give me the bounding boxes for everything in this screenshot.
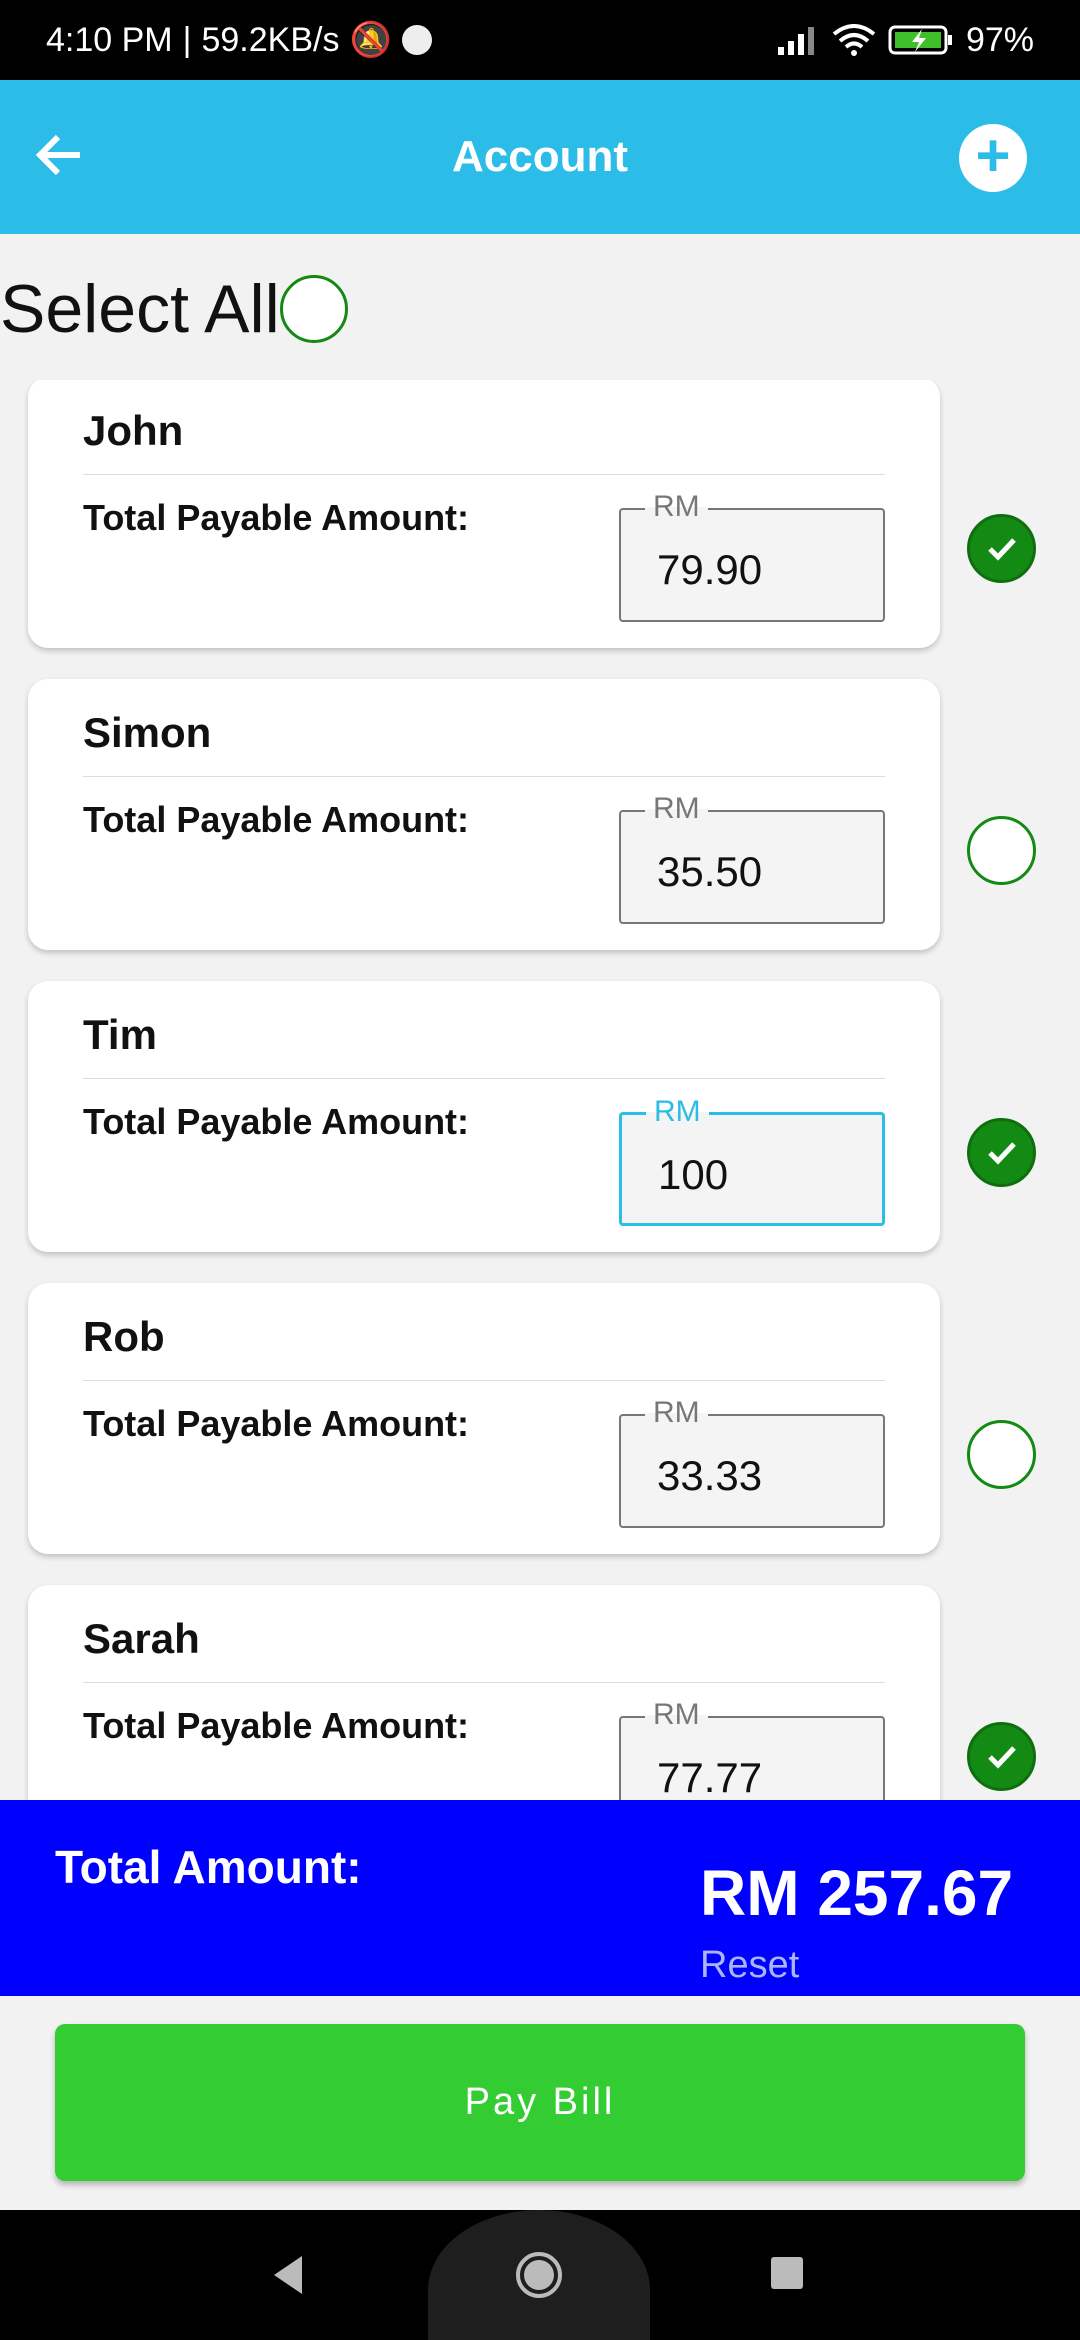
select-account-checkbox[interactable] <box>967 1722 1036 1791</box>
amount-value[interactable]: 77.77 <box>657 1754 762 1800</box>
select-account-checkbox[interactable] <box>967 1420 1036 1489</box>
home-nav-icon[interactable] <box>514 2250 564 2300</box>
app-notification-icon <box>401 25 432 55</box>
account-name: Rob <box>83 1313 165 1360</box>
plus-circle-icon[interactable]: + <box>959 124 1027 192</box>
currency-label: RM <box>645 1698 708 1732</box>
account-card: Simon Total Payable Amount: RM 35.50 <box>28 679 940 950</box>
arrow-left-icon[interactable] <box>30 125 90 185</box>
check-icon <box>988 538 1016 561</box>
account-list: John Total Payable Amount: RM 79.90 Simo… <box>0 380 1080 1800</box>
account-card: Rob Total Payable Amount: RM 33.33 <box>28 1283 940 1554</box>
signal-icon <box>777 27 814 55</box>
payable-label: Total Payable Amount: <box>83 1101 470 1142</box>
status-bar: 4:10 PM | 59.2KB/s 🔕 97% <box>0 0 1080 80</box>
back-nav-icon[interactable] <box>270 2254 306 2296</box>
select-account-checkbox[interactable] <box>967 514 1036 583</box>
currency-label: RM <box>645 490 708 524</box>
app-bar: Account + <box>0 80 1080 234</box>
divider <box>83 1380 885 1381</box>
payable-label: Total Payable Amount: <box>83 1705 470 1746</box>
total-bar: Total Amount: RM 257.67 Reset <box>0 1800 1080 1996</box>
account-card: Sarah Total Payable Amount: RM 77.77 <box>28 1585 940 1800</box>
account-name: Sarah <box>83 1615 200 1662</box>
status-separator: | <box>182 20 192 59</box>
amount-field[interactable]: RM 79.90 <box>619 490 885 622</box>
payable-label: Total Payable Amount: <box>83 1403 470 1444</box>
divider <box>83 776 885 777</box>
amount-value[interactable]: 35.50 <box>657 848 762 896</box>
currency-label: RM <box>646 1095 709 1129</box>
navigation-bar <box>0 2210 1080 2340</box>
account-name: Tim <box>83 1011 157 1058</box>
page-title: Account <box>452 132 628 181</box>
check-icon <box>988 1142 1016 1165</box>
check-icon <box>988 1746 1016 1769</box>
pay-bill-button[interactable]: Pay Bill <box>55 2024 1025 2181</box>
battery-percent: 97% <box>965 20 1034 59</box>
divider <box>83 1078 885 1079</box>
select-account-checkbox[interactable] <box>967 1118 1036 1187</box>
total-amount: RM 257.67 <box>700 1857 1014 1929</box>
payable-label: Total Payable Amount: <box>83 799 470 840</box>
status-time: 4:10 PM <box>46 20 173 59</box>
amount-field[interactable]: RM 33.33 <box>619 1396 885 1528</box>
reset-button[interactable]: Reset <box>700 1944 799 1987</box>
amount-field[interactable]: RM 35.50 <box>619 792 885 924</box>
amount-value[interactable]: 33.33 <box>657 1452 762 1500</box>
select-all-radio[interactable] <box>279 275 348 343</box>
payable-label: Total Payable Amount: <box>83 497 470 538</box>
divider <box>83 474 885 475</box>
select-account-checkbox[interactable] <box>967 816 1036 885</box>
account-name: Simon <box>83 709 212 756</box>
currency-label: RM <box>645 792 708 826</box>
network-speed: 59.2KB/s <box>201 20 340 59</box>
amount-value[interactable]: 79.90 <box>657 546 762 594</box>
select-all[interactable]: Select All <box>0 270 348 348</box>
wifi-icon <box>832 24 876 56</box>
total-label: Total Amount: <box>55 1841 362 1893</box>
recents-nav-icon[interactable] <box>770 2256 804 2290</box>
account-card: John Total Payable Amount: RM 79.90 <box>28 380 940 648</box>
account-name: John <box>83 407 184 454</box>
select-all-label: Select All <box>0 271 280 347</box>
amount-value[interactable]: 100 <box>658 1151 728 1199</box>
divider <box>83 1682 885 1683</box>
amount-field[interactable]: RM 100 <box>619 1095 885 1226</box>
currency-label: RM <box>645 1396 708 1430</box>
account-card: Tim Total Payable Amount: RM 100 <box>28 981 940 1252</box>
amount-field[interactable]: RM 77.77 <box>619 1698 885 1800</box>
battery-charging-icon <box>888 25 952 55</box>
mute-bell-icon: 🔕 <box>349 21 392 59</box>
